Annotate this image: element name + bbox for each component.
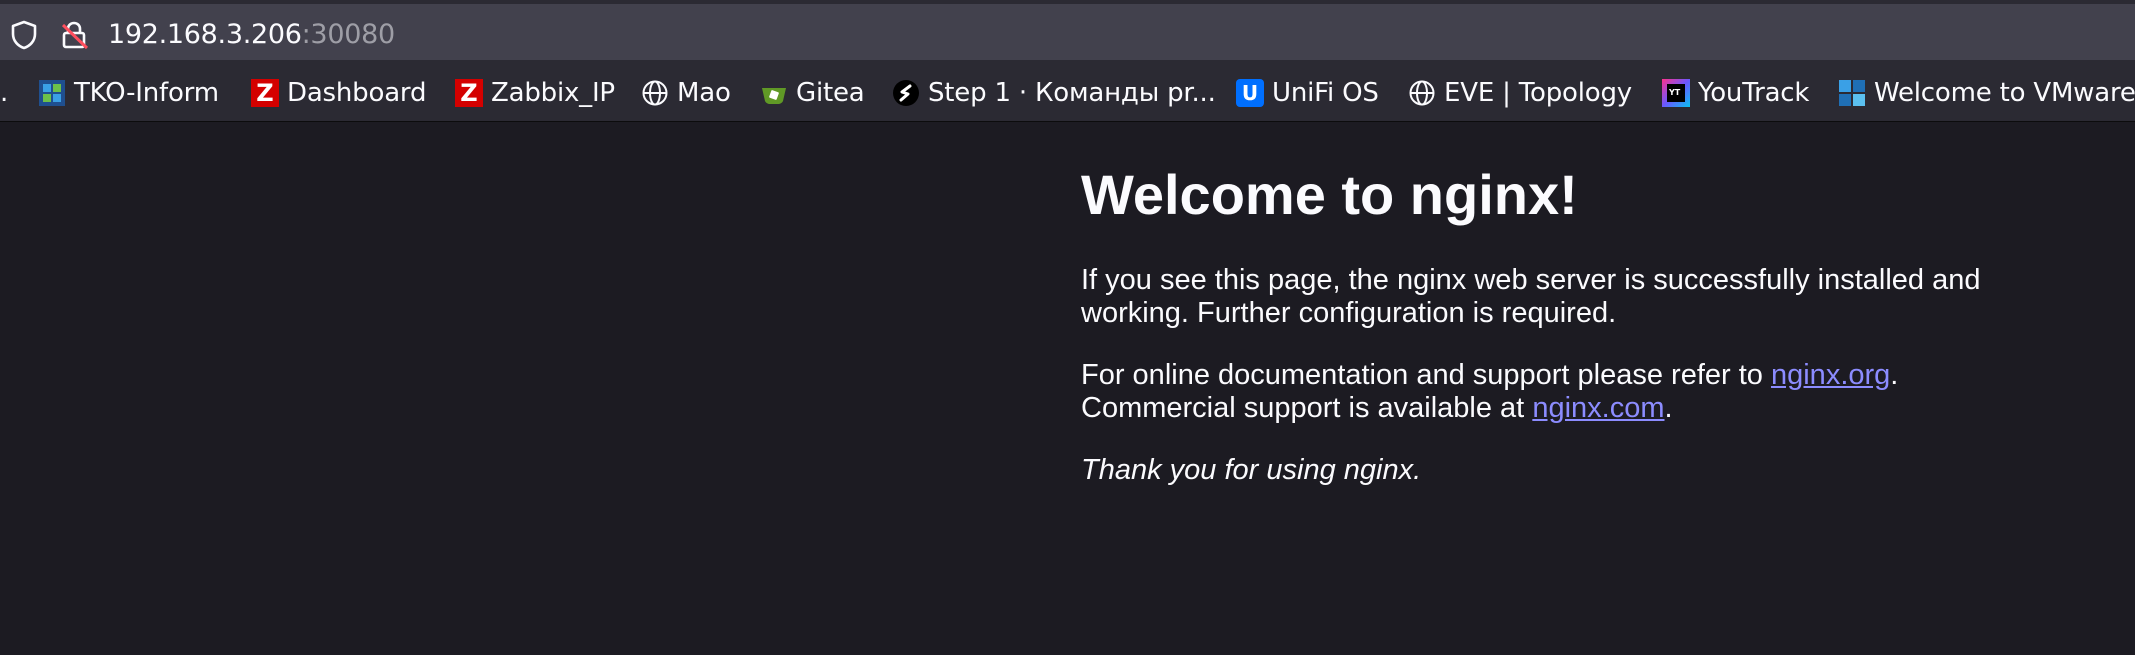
nginx-com-link[interactable]: nginx.com	[1532, 392, 1664, 424]
bookmark-dashboard[interactable]: Z Dashboard	[251, 65, 426, 121]
thank-you-text: Thank you for using nginx.	[1081, 454, 1422, 486]
bookmark-gitea[interactable]: Gitea	[760, 65, 865, 121]
url-host: 192.168.3.206	[108, 19, 302, 50]
intro-line-2: working. Further configuration is requir…	[1081, 297, 1617, 329]
bookmark-step-1[interactable]: Step 1 · Команды pr...	[892, 65, 1216, 121]
address-bar[interactable]: 192.168.3.206:30080	[0, 4, 2135, 60]
url-port: :30080	[301, 19, 396, 50]
intro-paragraph: If you see this page, the nginx web serv…	[1081, 264, 1980, 330]
youtrack-icon: YT	[1662, 79, 1690, 107]
insecure-lock-icon[interactable]	[60, 20, 90, 50]
bookmark-label: Step 1 · Команды pr...	[928, 78, 1216, 108]
bookmark-label: .	[0, 78, 9, 108]
bookmark-mao[interactable]: Mao	[641, 65, 731, 121]
support-text-2: .	[1890, 359, 1899, 391]
tko-inform-icon	[38, 79, 66, 107]
bookmark-label: Gitea	[796, 78, 865, 108]
support-text-4: .	[1664, 392, 1673, 424]
browser-toolbar: 192.168.3.206:30080	[0, 0, 2135, 65]
nginx-org-link[interactable]: nginx.org	[1771, 359, 1890, 391]
bookmark-label: Zabbix_IP	[491, 78, 615, 108]
page-title: Welcome to nginx!	[1081, 163, 1578, 226]
bookmark-label: TKO-Inform	[74, 78, 219, 108]
support-text-1: For online documentation and support ple…	[1081, 359, 1771, 391]
bookmark-overflow[interactable]: .	[0, 65, 8, 121]
support-paragraph: For online documentation and support ple…	[1081, 359, 1898, 425]
gitea-icon	[760, 79, 788, 107]
page-viewport: Welcome to nginx! If you see this page, …	[0, 122, 2135, 655]
bookmark-youtrack[interactable]: YT YouTrack	[1662, 65, 1809, 121]
bookmark-label: YouTrack	[1698, 78, 1810, 108]
globe-icon	[1408, 79, 1436, 107]
support-text-3: Commercial support is available at	[1081, 392, 1533, 424]
shield-icon[interactable]	[10, 20, 38, 50]
bookmark-label: EVE | Topology	[1444, 78, 1632, 108]
bookmark-label: UniFi OS	[1272, 78, 1379, 108]
bookmark-label: Mao	[677, 78, 731, 108]
vmware-icon	[1838, 79, 1866, 107]
bookmark-label: Dashboard	[287, 78, 427, 108]
bookmark-unifi-os[interactable]: U UniFi OS	[1236, 65, 1379, 121]
bookmark-label: Welcome to VMware...	[1874, 78, 2135, 108]
intro-line-1: If you see this page, the nginx web serv…	[1081, 264, 1981, 296]
zabbix-icon: Z	[251, 79, 279, 107]
globe-icon	[641, 79, 669, 107]
zabbix-icon: Z	[455, 79, 483, 107]
bookmarks-toolbar: . TKO-Inform Z Dashboard Z Zabbix_IP Mao…	[0, 65, 2135, 122]
unifi-icon: U	[1236, 79, 1264, 107]
bookmark-zabbix-ip[interactable]: Z Zabbix_IP	[455, 65, 615, 121]
step-icon	[892, 79, 920, 107]
youtrack-icon-letters: YT	[1668, 88, 1681, 97]
bookmark-welcome-vmware[interactable]: Welcome to VMware...	[1838, 65, 2135, 121]
bookmark-tko-inform[interactable]: TKO-Inform	[38, 65, 219, 121]
bookmark-eve-topology[interactable]: EVE | Topology	[1408, 65, 1632, 121]
url-text[interactable]: 192.168.3.206:30080	[108, 18, 395, 52]
